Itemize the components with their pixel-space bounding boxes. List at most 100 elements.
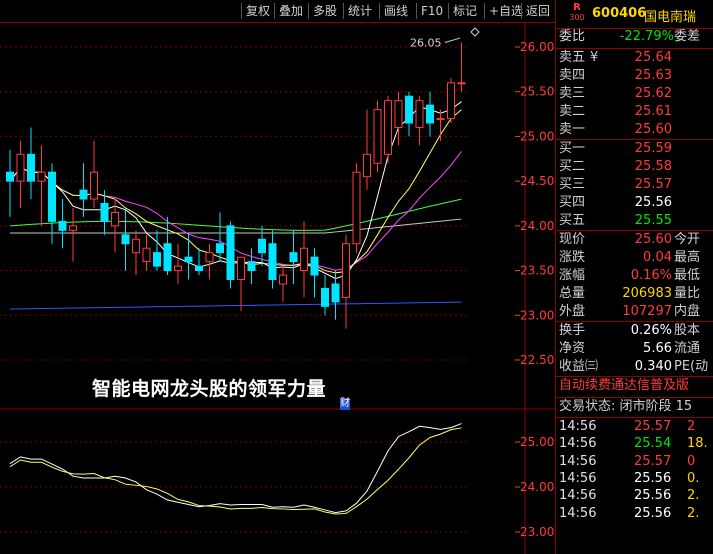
candle-body[interactable] [153,252,161,267]
stock-code[interactable]: 600406 [592,6,646,21]
candle-body[interactable] [436,118,445,121]
candle-body[interactable] [331,283,340,303]
bid-label: 买五 [559,213,586,228]
quote-row: 卖五 ¥25.64 [556,49,713,67]
candle-body[interactable] [342,243,350,298]
candle-body[interactable] [268,243,277,281]
tick-price: 25.54 [634,436,672,452]
trade-status: 交易状态: 闭市阶段 15 [559,399,693,414]
candle-body[interactable] [184,256,193,263]
tick-time: 14:56 [559,470,597,486]
candle-body[interactable] [205,252,214,263]
bid-price: 25.59 [634,141,672,156]
quote-row: 换手 0.26% 股本 [556,322,713,340]
candle-body[interactable] [279,274,287,285]
toolbar-separator [343,3,344,19]
candle-body[interactable] [121,234,130,245]
toolbar-button-4[interactable]: 画线 [384,3,408,19]
stock-name[interactable]: 国电南瑞 [644,6,696,25]
ask-price: 25.62 [634,86,672,101]
stat-label: 换手 [559,323,586,338]
tick-price: 25.56 [634,488,672,504]
price-axis-label: 23.00 [520,308,554,322]
price-axis-label: 23.50 [520,264,554,278]
bid-price: 25.56 [634,195,672,210]
candle-body[interactable] [237,256,245,281]
candle-body[interactable] [247,261,256,272]
candle-body[interactable] [373,109,382,164]
candle-body[interactable] [111,211,119,227]
candle-body[interactable] [394,100,403,128]
price-axis-label: 24.00 [520,219,554,233]
candle-body[interactable] [457,82,466,85]
ask-mark: ¥ [590,50,599,65]
ma20-line [9,151,462,271]
candle-body[interactable] [100,203,109,222]
quote-label: 外盘 [559,304,586,319]
quote-label: 涨跌 [559,250,586,265]
quote-row: 净资 5.66 流通 [556,340,713,358]
candle-body[interactable] [79,189,88,200]
candle-body[interactable] [37,171,46,182]
candle-body[interactable] [289,252,298,263]
candle-body[interactable] [58,220,67,231]
sub-axis-label: 23.00 [520,525,554,539]
sub-axis-label: 24.00 [520,480,554,494]
candle-body[interactable] [310,256,319,276]
stat-value: 0.26% [630,323,672,338]
candle-body[interactable] [6,171,14,182]
candle-body[interactable] [216,243,224,254]
diamond-icon[interactable] [470,27,480,37]
stat-label: 收益㈢ [559,359,599,374]
candle-body[interactable] [69,225,77,231]
candle-body[interactable] [16,153,25,182]
candle-body[interactable] [142,247,151,263]
tick-time: 14:56 [559,505,597,521]
candle-body[interactable] [258,238,266,254]
finance-marker[interactable]: 财 [340,398,350,410]
ask-label: 卖五 [559,50,586,65]
toolbar-button-0[interactable]: 复权 [246,3,270,19]
candle-body[interactable] [405,95,413,124]
candle-body[interactable] [27,153,35,182]
toolbar-button-1[interactable]: 叠加 [279,3,303,19]
candle-body[interactable] [195,265,203,272]
promo-banner: 自动续费通达信普及版 [559,378,690,393]
ask-label: 卖三 [559,86,586,101]
toolbar-separator [521,3,522,19]
quote-label-right: 今开 [674,232,701,247]
tick-price: 25.56 [634,470,672,486]
quote-row: 外盘 107297 内盘 [556,303,713,321]
stat-label: 净资 [559,341,586,356]
tick-volume: 0. [687,470,700,486]
toolbar-button-3[interactable]: 统计 [348,3,372,19]
candle-body[interactable] [174,265,182,272]
quote-panel: R 300 600406 国电南瑞 委比 -22.79% 委差 卖五 ¥25.64 卖四 2… [555,0,713,554]
price-axis-label: 26.00 [520,40,554,54]
candle-body[interactable] [415,100,424,128]
candle-body[interactable] [132,238,140,254]
toolbar-button-5[interactable]: F10 [421,3,443,19]
candle-body[interactable] [90,171,98,200]
candle-body[interactable] [48,171,56,222]
toolbar-button-6[interactable]: 标记 [453,3,477,19]
toolbar-button-8[interactable]: 返回 [526,3,550,19]
ask-price: 25.60 [634,122,672,137]
candle-body[interactable] [384,100,392,155]
candle-body[interactable] [447,82,455,120]
quote-row[interactable]: 自动续费通达信普及版 [556,377,713,395]
toolbar-button-2[interactable]: 多股 [313,3,337,19]
quote-label-right: 最高 [674,250,701,265]
candle-body[interactable] [226,225,235,281]
candle-body[interactable] [363,153,371,178]
candle-body[interactable] [163,243,172,272]
candle-body[interactable] [300,247,308,272]
quote-row: 收益㈢ 0.340 PE(动 [556,358,713,376]
toolbar-button-7[interactable]: +自选 [489,3,523,19]
ask-price: 25.61 [634,104,672,119]
ma120-line [9,301,462,310]
kline-chart[interactable]: 26.00 25.50 25.00 24.50 24.00 23.50 23.00 22.50… [0,22,555,554]
candle-body[interactable] [321,287,329,307]
candle-body[interactable] [426,104,434,124]
candle-body[interactable] [352,171,361,245]
